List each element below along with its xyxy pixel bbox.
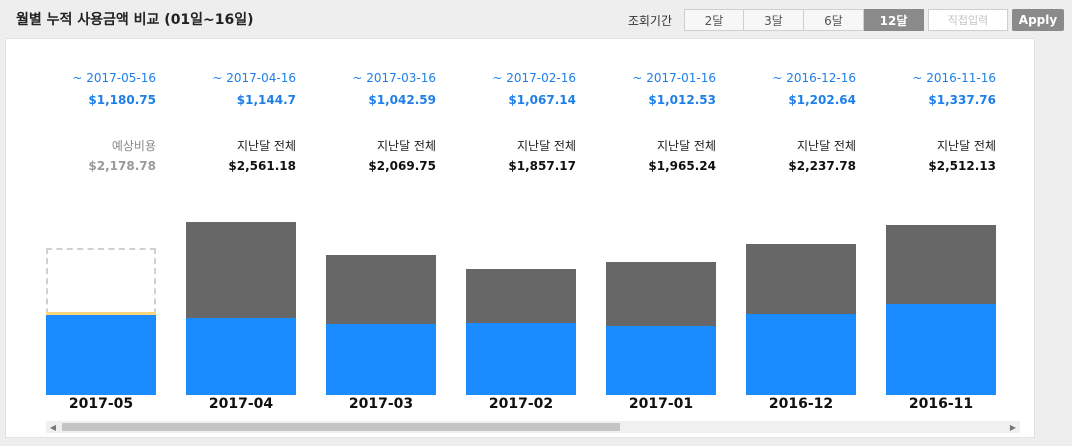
month-tick-label: 2017-02 <box>488 396 554 412</box>
period-2-months-button[interactable]: 2달 <box>684 9 744 31</box>
date-range-label: ~ 2017-05-16 <box>72 71 156 85</box>
estimated-amount-label: $2,178.78 <box>88 159 156 173</box>
current-amount-label: $1,202.64 <box>788 93 856 107</box>
previous-month-total-label: 지난달 전체 <box>236 139 296 153</box>
period-12-months-button[interactable]: 12달 <box>864 9 924 31</box>
date-range-label: ~ 2016-11-16 <box>912 71 996 85</box>
chart-panel: ~ 2017-05-16 $1,180.75 예상비용 $2,178.78 2017-0… <box>5 38 1035 438</box>
scroll-thumb[interactable] <box>62 423 620 431</box>
custom-period-input[interactable] <box>928 9 1008 31</box>
period-button-group: 2달 3달 6달 12달 <box>684 9 924 31</box>
date-range-label: ~ 2017-04-16 <box>212 71 296 85</box>
current-usage-bar <box>326 324 436 395</box>
current-usage-bar <box>466 322 576 395</box>
bar-stack <box>466 219 576 395</box>
previous-month-total-label: 지난달 전체 <box>376 139 436 153</box>
bar-stack <box>746 219 856 395</box>
date-range-label: ~ 2017-01-16 <box>632 71 716 85</box>
period-6-months-button[interactable]: 6달 <box>804 9 864 31</box>
previous-month-total-label: 지난달 전체 <box>796 139 856 153</box>
previous-month-total-label: 지난달 전체 <box>936 139 996 153</box>
period-toolbar: 조회기간 2달 3달 6달 12달 Apply <box>628 9 1064 31</box>
chart-column: ~ 2017-02-16 $1,067.14 지난달 전체 $1,857.17 2017… <box>466 39 576 412</box>
previous-month-total-amount: $1,965.24 <box>648 159 716 173</box>
chart-column: ~ 2017-04-16 $1,144.7 지난달 전체 $2,561.18 2017-… <box>186 39 296 412</box>
previous-month-total-label: 지난달 전체 <box>516 139 576 153</box>
current-amount-label: $1,144.7 <box>236 93 296 107</box>
chart-column: ~ 2016-11-16 $1,337.76 지난달 전체 $2,512.13 2016… <box>886 39 996 412</box>
current-amount-label: $1,337.76 <box>928 93 996 107</box>
date-range-label: ~ 2017-03-16 <box>352 71 436 85</box>
current-usage-bar <box>186 317 296 395</box>
chart-column: ~ 2016-12-16 $1,202.64 지난달 전체 $2,237.78 2016… <box>746 39 856 412</box>
previous-month-total-label: 지난달 전체 <box>656 139 716 153</box>
date-range-label: ~ 2017-02-16 <box>492 71 576 85</box>
current-usage-bar <box>606 326 716 395</box>
bar-stack <box>186 219 296 395</box>
bar-stack <box>326 219 436 395</box>
month-tick-label: 2017-01 <box>628 396 694 412</box>
chart-column: ~ 2017-05-16 $1,180.75 예상비용 $2,178.78 2017-0… <box>46 39 156 412</box>
current-usage-bar <box>46 315 156 395</box>
period-3-months-button[interactable]: 3달 <box>744 9 804 31</box>
previous-month-total-amount: $2,069.75 <box>368 159 436 173</box>
chart-column: ~ 2017-03-16 $1,042.59 지난달 전체 $2,069.75 2017… <box>326 39 436 412</box>
horizontal-scrollbar[interactable]: ◀ ▶ <box>46 421 1020 433</box>
bar-stack <box>606 219 716 395</box>
month-tick-label: 2017-04 <box>208 396 274 412</box>
page-title: 월별 누적 사용금액 비교 (01일~16일) <box>16 12 254 28</box>
chart-column: ~ 2017-01-16 $1,012.53 지난달 전체 $1,965.24 2017… <box>606 39 716 412</box>
estimated-cost-label: 예상비용 <box>111 139 156 153</box>
previous-month-total-amount: $1,857.17 <box>508 159 576 173</box>
month-tick-label: 2017-05 <box>68 396 134 412</box>
current-amount-label: $1,180.75 <box>88 93 156 107</box>
current-usage-bar <box>746 313 856 395</box>
current-usage-bar <box>886 304 996 395</box>
date-range-label: ~ 2016-12-16 <box>772 71 856 85</box>
bar-stack <box>46 219 156 395</box>
current-amount-label: $1,067.14 <box>508 93 576 107</box>
period-label: 조회기간 <box>627 13 672 28</box>
bar-stack <box>886 219 996 395</box>
previous-month-total-amount: $2,237.78 <box>788 159 856 173</box>
previous-month-total-amount: $2,512.13 <box>928 159 996 173</box>
month-tick-label: 2016-12 <box>768 396 834 412</box>
scroll-left-arrow-icon[interactable]: ◀ <box>46 421 60 433</box>
scroll-right-arrow-icon[interactable]: ▶ <box>1006 421 1020 433</box>
current-amount-label: $1,042.59 <box>368 93 436 107</box>
previous-month-total-amount: $2,561.18 <box>228 159 296 173</box>
month-tick-label: 2016-11 <box>908 396 974 412</box>
month-tick-label: 2017-03 <box>348 396 414 412</box>
apply-button[interactable]: Apply <box>1012 9 1064 31</box>
current-amount-label: $1,012.53 <box>648 93 716 107</box>
